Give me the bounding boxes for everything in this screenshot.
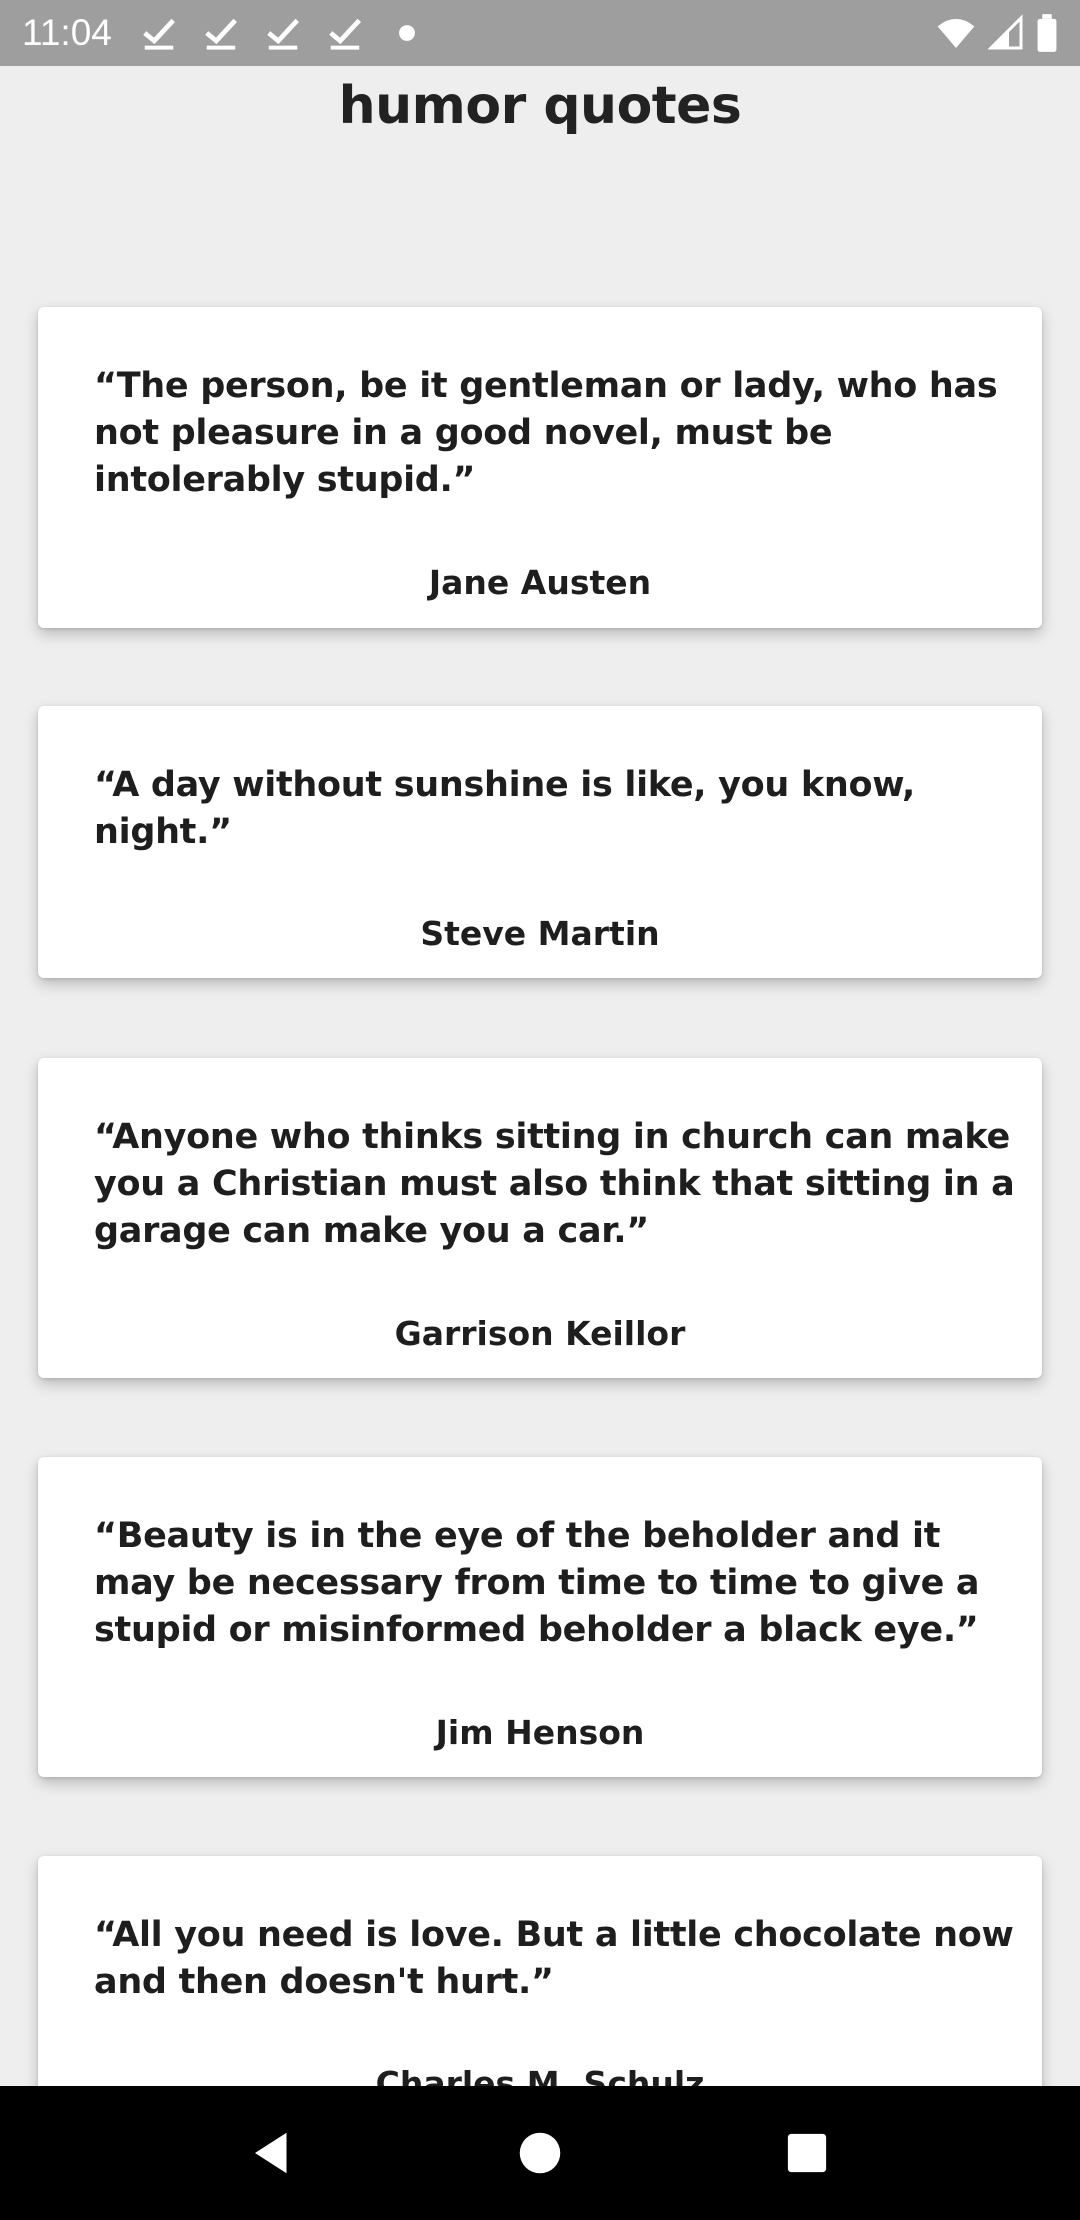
quote-author: Charles M. Schulz	[375, 2064, 705, 2086]
quote-author: Garrison Keillor	[394, 1314, 686, 1353]
quote-card[interactable]: “All you need is love. But a little choc…	[38, 1856, 1042, 2086]
quote-card[interactable]: “A day without sunshine is like, you kno…	[38, 706, 1042, 978]
quote-card[interactable]: “The person, be it gentleman or lady, wh…	[38, 307, 1042, 628]
system-icons	[936, 13, 1058, 53]
notification-icons	[140, 14, 426, 52]
back-icon[interactable]	[246, 2126, 300, 2180]
status-time: 11:04	[22, 12, 112, 53]
quote-text: “Anyone who thinks sitting in church can…	[94, 1117, 1015, 1251]
quote-text: “The person, be it gentleman or lady, wh…	[94, 366, 998, 500]
quote-card[interactable]: “Beauty is in the eye of the beholder an…	[38, 1457, 1042, 1777]
recents-icon[interactable]	[780, 2126, 834, 2180]
check-notification-icon	[267, 18, 299, 50]
quote-author: Jane Austen	[428, 563, 652, 602]
dot-icon	[398, 25, 415, 41]
wifi-icon	[937, 18, 975, 48]
cellular-signal-icon	[988, 14, 1023, 50]
check-notification-icon	[205, 18, 237, 50]
check-notification-icon	[143, 18, 175, 50]
navigation-bar	[0, 2086, 1080, 2220]
battery-icon	[1037, 14, 1057, 52]
check-notification-icon	[329, 18, 361, 50]
home-icon[interactable]	[513, 2126, 567, 2180]
quote-text: “All you need is love. But a little choc…	[94, 1915, 1014, 2002]
status-bar: 11:04	[0, 0, 1080, 66]
quote-card[interactable]: “Anyone who thinks sitting in church can…	[38, 1058, 1042, 1378]
quote-text: “A day without sunshine is like, you kno…	[94, 765, 916, 852]
quote-author: Jim Henson	[435, 1713, 645, 1752]
quote-text: “Beauty is in the eye of the beholder an…	[94, 1516, 980, 1650]
quote-list[interactable]: “The person, be it gentleman or lady, wh…	[0, 66, 1080, 2086]
quote-author: Steve Martin	[420, 914, 660, 953]
